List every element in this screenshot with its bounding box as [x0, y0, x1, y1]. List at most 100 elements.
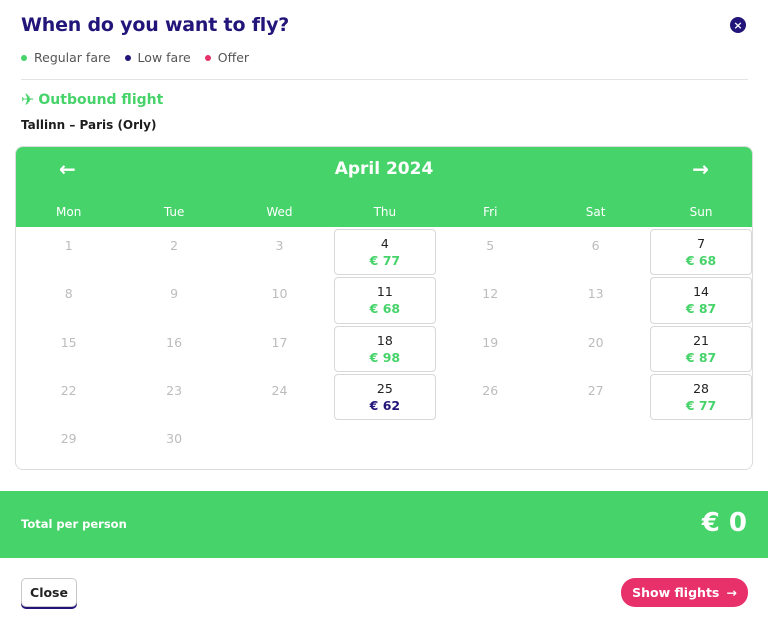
airplane-icon: ✈ — [21, 90, 35, 109]
calendar-day-available[interactable]: 25 € 62 — [334, 373, 436, 421]
day-number: 8 — [64, 286, 73, 302]
day-grid: 1 2 3 4 € 77 5 6 7 € 68 8 9 10 11 € 68 12 13 14 € 87 15 16 1… — [16, 227, 752, 469]
calendar-day-available[interactable]: 7 € 68 — [650, 229, 752, 276]
weekday-fri: Fri — [483, 205, 498, 219]
weekday-mon: Mon — [56, 205, 82, 219]
modal-title: When do you want to fly? — [21, 14, 290, 36]
calendar-day-unavailable: 8 — [16, 276, 121, 324]
calendar-day-unavailable: 13 — [543, 276, 648, 324]
calendar-day-unavailable: 2 — [121, 228, 226, 276]
fare-legend: Regular fare Low fare Offer — [21, 50, 249, 65]
calendar-day-unavailable: 23 — [121, 373, 226, 421]
arrow-right-icon: → — [726, 585, 737, 600]
day-number: 10 — [271, 286, 288, 302]
month-label: April 2024 — [334, 159, 434, 179]
close-button[interactable]: Close — [21, 578, 77, 607]
total-value: € 0 — [701, 508, 747, 538]
day-number: 5 — [486, 238, 495, 253]
weekday-sat: Sat — [585, 205, 606, 219]
day-number: 17 — [271, 334, 288, 350]
calendar-day-available[interactable]: 14 € 87 — [650, 277, 752, 324]
day-price: € 77 — [369, 253, 401, 268]
close-icon[interactable]: × — [730, 17, 746, 33]
day-number: 15 — [60, 334, 77, 350]
day-number: 28 — [693, 380, 709, 396]
day-number: 30 — [166, 431, 183, 447]
calendar-day-unavailable: 1 — [16, 228, 121, 276]
calendar-day-unavailable: 22 — [16, 373, 121, 421]
day-number: 1 — [64, 238, 73, 253]
calendar-day-unavailable: 12 — [438, 276, 543, 324]
modal-header: When do you want to fly? × — [21, 14, 748, 44]
day-price: € 62 — [369, 397, 401, 413]
calendar-day-available[interactable]: 11 € 68 — [334, 277, 436, 324]
weekday-row: Mon Tue Wed Thu Fri Sat Sun — [16, 205, 752, 219]
legend-label: Offer — [217, 50, 250, 65]
outbound-label: Outbound flight — [38, 92, 164, 108]
calendar-day-unavailable: 10 — [227, 276, 332, 324]
day-number: 27 — [587, 382, 604, 398]
total-label: Total per person — [21, 517, 127, 531]
day-number: 29 — [60, 431, 77, 447]
calendar: ← April 2024 → Mon Tue Wed Thu Fri Sat S… — [15, 146, 753, 470]
arrow-right-icon[interactable]: → — [692, 159, 709, 179]
day-number: 18 — [376, 332, 393, 348]
day-number: 7 — [697, 236, 706, 251]
calendar-day-available[interactable]: 28 € 77 — [650, 373, 752, 421]
calendar-day-available[interactable]: 18 € 98 — [334, 325, 436, 372]
day-number: 9 — [170, 286, 179, 302]
day-number: 14 — [693, 284, 709, 300]
calendar-day-unavailable: 30 — [121, 421, 226, 469]
show-flights-button[interactable]: Show flights → — [621, 578, 748, 607]
day-price: € 98 — [369, 349, 401, 365]
calendar-day-unavailable: 27 — [543, 373, 648, 421]
day-number: 23 — [166, 382, 183, 398]
day-number: 4 — [380, 236, 389, 251]
calendar-day-unavailable: 26 — [438, 373, 543, 421]
offer-dot-icon — [204, 54, 211, 61]
calendar-day-available[interactable]: 4 € 77 — [334, 229, 436, 276]
calendar-day-unavailable: 3 — [227, 228, 332, 276]
day-number: 2 — [170, 238, 179, 253]
calendar-header: ← April 2024 → Mon Tue Wed Thu Fri Sat S… — [16, 147, 752, 227]
day-number: 11 — [376, 284, 393, 300]
calendar-day-unavailable: 6 — [543, 228, 648, 276]
day-number: 20 — [587, 334, 604, 350]
day-number: 24 — [271, 382, 288, 398]
calendar-day-unavailable: 5 — [438, 228, 543, 276]
day-price: € 68 — [369, 301, 401, 317]
weekday-wed: Wed — [266, 205, 293, 219]
calendar-day-unavailable: 19 — [438, 325, 543, 373]
outbound-heading: ✈ Outbound flight — [21, 90, 164, 109]
day-number: 22 — [60, 382, 77, 398]
legend-low-fare: Low fare — [124, 50, 191, 65]
day-number: 12 — [482, 286, 499, 302]
legend-offer: Offer — [204, 50, 250, 65]
weekday-sun: Sun — [689, 205, 713, 219]
day-number: 6 — [591, 238, 600, 253]
calendar-day-unavailable: 15 — [16, 325, 121, 373]
calendar-day-unavailable: 29 — [16, 421, 121, 469]
regular-fare-dot-icon — [21, 54, 27, 61]
day-number: 3 — [275, 238, 284, 253]
weekday-thu: Thu — [373, 205, 397, 219]
calendar-day-available[interactable]: 21 € 87 — [650, 325, 752, 372]
calendar-day-unavailable: 16 — [121, 325, 226, 373]
day-number: 19 — [482, 334, 499, 350]
legend-regular-fare: Regular fare — [21, 50, 111, 65]
day-price: € 77 — [685, 397, 717, 413]
day-number: 25 — [376, 380, 393, 396]
total-bar: Total per person € 0 — [0, 491, 768, 558]
day-number: 21 — [693, 332, 709, 348]
day-number: 16 — [166, 334, 183, 350]
day-price: € 68 — [685, 253, 717, 268]
day-price: € 87 — [685, 349, 717, 365]
calendar-day-unavailable: 24 — [227, 373, 332, 421]
route-label: Tallinn – Paris (Orly) — [21, 118, 157, 132]
weekday-tue: Tue — [163, 205, 185, 219]
day-number: 26 — [482, 382, 499, 398]
legend-label: Low fare — [137, 50, 191, 65]
divider — [21, 79, 748, 80]
calendar-day-unavailable: 20 — [543, 325, 648, 373]
low-fare-dot-icon — [124, 54, 131, 61]
